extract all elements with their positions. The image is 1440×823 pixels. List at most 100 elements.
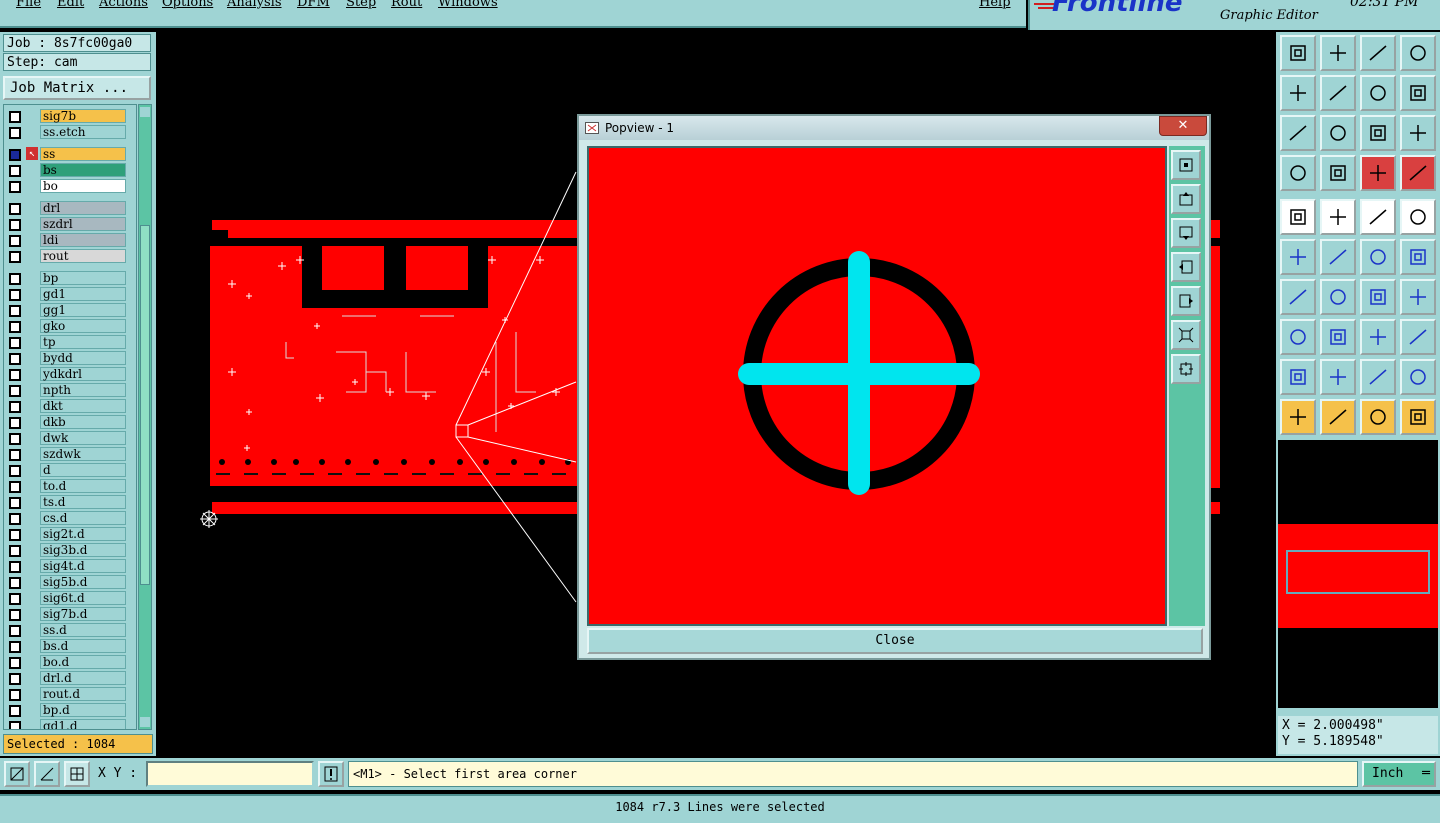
layer-name[interactable]: bydd — [40, 351, 126, 365]
layer-checkbox[interactable] — [9, 529, 21, 541]
overview-map[interactable] — [1278, 440, 1438, 708]
layer-name[interactable]: sig5b.d — [40, 575, 126, 589]
scroll-down-icon[interactable] — [140, 717, 150, 727]
layer-row[interactable]: sig2t.d — [6, 527, 126, 541]
copy-icon[interactable] — [1400, 239, 1436, 275]
layer-row[interactable]: dwk — [6, 431, 126, 445]
scale-icon[interactable] — [1360, 115, 1396, 151]
layer-row[interactable]: ldi — [6, 233, 126, 247]
arc-icon[interactable] — [1280, 359, 1316, 395]
layer-name[interactable]: dkt — [40, 399, 126, 413]
layer-checkbox[interactable] — [9, 561, 21, 573]
layer-checkbox[interactable] — [9, 465, 21, 477]
minus-icon[interactable] — [1320, 319, 1356, 355]
layer-checkbox[interactable] — [9, 273, 21, 285]
layer-checkbox[interactable] — [9, 689, 21, 701]
menu-windows[interactable]: Windows — [438, 0, 498, 10]
scroll-up-icon[interactable] — [140, 107, 150, 117]
layer-name[interactable]: rout.d — [40, 687, 126, 701]
layer-name[interactable]: ss.d — [40, 623, 126, 637]
layer-row[interactable]: npth — [6, 383, 126, 397]
layer-row[interactable]: bs.d — [6, 639, 126, 653]
layer-checkbox[interactable] — [9, 353, 21, 365]
home-icon[interactable] — [1360, 35, 1396, 71]
menu-dfm[interactable]: DFM — [297, 0, 330, 10]
layer-checkbox[interactable] — [9, 609, 21, 621]
menu-file[interactable]: File — [16, 0, 41, 10]
layer-row[interactable]: cs.d — [6, 511, 126, 525]
pan-up-icon[interactable] — [1171, 184, 1201, 214]
layer-row[interactable]: gko — [6, 319, 126, 333]
layer-checkbox[interactable] — [9, 417, 21, 429]
layer-row[interactable]: ss.d — [6, 623, 126, 637]
layer-row[interactable]: bo — [6, 179, 126, 193]
layer-checkbox[interactable] — [9, 289, 21, 301]
units-dropdown[interactable]: Inch ═ — [1362, 761, 1436, 787]
layer-name[interactable]: dkb — [40, 415, 126, 429]
layer-row[interactable]: bp.d — [6, 703, 126, 717]
arc2-icon[interactable] — [1320, 359, 1356, 395]
alert-icon[interactable] — [318, 761, 344, 787]
layer-row[interactable]: bydd — [6, 351, 126, 365]
select-multi-icon[interactable] — [1400, 399, 1436, 435]
arc4-icon[interactable] — [1400, 359, 1436, 395]
menu-options[interactable]: Options — [162, 0, 213, 10]
layer-checkbox[interactable] — [9, 219, 21, 231]
layer-row[interactable]: sig7b — [6, 109, 126, 123]
menu-help[interactable]: Help — [979, 0, 1011, 10]
layer-name[interactable]: bo — [40, 179, 126, 193]
layer-name[interactable]: gd1 — [40, 287, 126, 301]
slash-icon[interactable] — [1320, 279, 1356, 315]
layer-row[interactable]: to.d — [6, 479, 126, 493]
resize-icon[interactable] — [1360, 319, 1396, 355]
layer-name[interactable]: sig2t.d — [40, 527, 126, 541]
layer-checkbox[interactable] — [9, 433, 21, 445]
layer-name[interactable]: cs.d — [40, 511, 126, 525]
ruler-icon[interactable] — [1360, 199, 1396, 235]
layer-name[interactable]: ts.d — [40, 495, 126, 509]
layer-checkbox[interactable] — [9, 545, 21, 557]
overview-viewport[interactable] — [1286, 550, 1430, 594]
layer-row[interactable]: d — [6, 463, 126, 477]
center-icon[interactable] — [1320, 115, 1356, 151]
layer-name[interactable]: sig3b.d — [40, 543, 126, 557]
layer-scrollbar[interactable] — [138, 104, 152, 730]
layer-row[interactable]: ss.etch — [6, 125, 126, 139]
layer-row[interactable]: gd1 — [6, 287, 126, 301]
layer-name[interactable]: gko — [40, 319, 126, 333]
select-icon[interactable] — [1280, 399, 1316, 435]
layer-checkbox[interactable] — [9, 165, 21, 177]
layer-name[interactable]: gg1 — [40, 303, 126, 317]
layer-checkbox[interactable] — [9, 721, 21, 729]
open-job-icon[interactable] — [1280, 35, 1316, 71]
layer-checkbox[interactable] — [9, 497, 21, 509]
layer-row[interactable]: szdwk — [6, 447, 126, 461]
grid-snap-icon[interactable] — [64, 761, 90, 787]
zoom-fit-icon[interactable] — [1171, 150, 1201, 180]
layer-name[interactable]: tp — [40, 335, 126, 349]
layer-checkbox[interactable] — [9, 513, 21, 525]
grid-icon[interactable] — [1320, 155, 1356, 191]
zoom-out-icon[interactable] — [1171, 320, 1201, 350]
popview-canvas[interactable] — [587, 146, 1167, 626]
layer-row[interactable]: gd1.d — [6, 719, 126, 729]
layer-row[interactable]: bs — [6, 163, 126, 177]
layer-name[interactable]: rout — [40, 249, 126, 263]
save-icon[interactable] — [1320, 35, 1356, 71]
layer-name[interactable]: ss.etch — [40, 125, 126, 139]
layer-row[interactable]: ydkdrl — [6, 367, 126, 381]
menu-analysis[interactable]: Analysis — [227, 0, 282, 10]
layer-checkbox[interactable] — [9, 111, 21, 123]
layer-name[interactable]: szdrl — [40, 217, 126, 231]
zoom-area-icon[interactable] — [4, 761, 30, 787]
pan-right-icon[interactable] — [1171, 286, 1201, 316]
layer-checkbox[interactable] — [9, 369, 21, 381]
layer-name[interactable]: bs — [40, 163, 126, 177]
zoom-in-icon[interactable] — [1171, 354, 1201, 384]
select-box-icon[interactable] — [1320, 399, 1356, 435]
layer-checkbox[interactable] — [9, 305, 21, 317]
layer-row[interactable]: sig5b.d — [6, 575, 126, 589]
close-button[interactable]: Close — [587, 628, 1203, 654]
connect-icon[interactable] — [1280, 239, 1316, 275]
layer-name[interactable]: dwk — [40, 431, 126, 445]
